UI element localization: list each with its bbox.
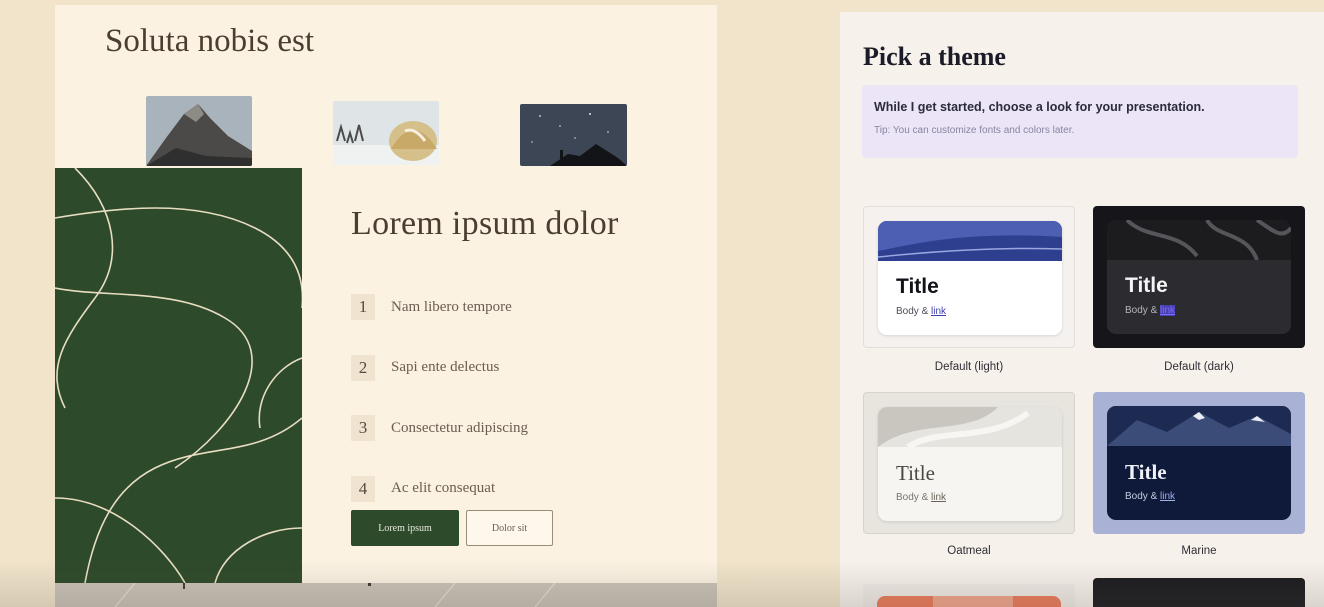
theme-label: Oatmeal	[947, 545, 991, 557]
preview-link: link	[1160, 305, 1176, 316]
next-slide-strip	[55, 583, 717, 607]
theme-label: Default (dark)	[1164, 361, 1234, 373]
list-item-label: Sapi ente delectus	[391, 359, 500, 376]
preview-banner	[1107, 406, 1291, 446]
numbered-list: 1 Nam libero tempore 2 Sapi ente delectu…	[351, 277, 528, 519]
preview-title: Title	[1125, 460, 1167, 484]
list-item-label: Ac elit consequat	[391, 480, 496, 497]
preview-body: Body & link	[1125, 305, 1176, 316]
tip-text: Tip: You can customize fonts and colors …	[874, 125, 1075, 136]
primary-button[interactable]: Lorem ipsum	[351, 510, 459, 546]
preview-title: Title	[896, 461, 935, 485]
preview-body: Body & link	[896, 306, 947, 317]
preview-banner	[878, 407, 1062, 447]
info-box: While I get started, choose a look for y…	[862, 85, 1298, 158]
list-number: 1	[351, 294, 375, 321]
theme-card-default-light[interactable]: Title Body & link	[863, 206, 1075, 348]
list-number: 2	[351, 354, 375, 381]
theme-card-oatmeal[interactable]: Title Body & link	[863, 392, 1075, 534]
theme-preview: Title Body & link	[878, 221, 1062, 335]
preview-link: link	[931, 492, 947, 503]
theme-picker-panel: Pick a theme While I get started, choose…	[840, 12, 1324, 607]
slide-title: Soluta nobis est	[105, 23, 315, 59]
theme-card-partial[interactable]	[1093, 578, 1305, 607]
night-sky-image	[520, 104, 627, 166]
theme-label: Marine	[1181, 545, 1217, 557]
preview-title: Title	[896, 275, 939, 298]
list-item: 2 Sapi ente delectus	[351, 338, 528, 399]
list-item: 3 Consectetur adipiscing	[351, 398, 528, 459]
tent-image	[333, 101, 439, 165]
list-number: 3	[351, 415, 375, 442]
preview-body: Body & link	[896, 492, 947, 503]
secondary-button[interactable]: Dolor sit	[466, 510, 553, 546]
theme-card-partial[interactable]	[863, 584, 1075, 607]
theme-label: Default (light)	[934, 361, 1004, 373]
theme-preview: Title Body & link	[1107, 406, 1291, 520]
theme-preview: Title Body & link	[878, 407, 1062, 521]
slide-preview[interactable]: Soluta nobis est Lorem ipsum dolor 1 Nam…	[55, 5, 717, 607]
theme-card-marine[interactable]: Title Body & link	[1093, 392, 1305, 534]
preview-link: link	[931, 306, 947, 317]
theme-card-default-dark[interactable]: Title Body & link	[1093, 206, 1305, 348]
preview-link: link	[1160, 491, 1176, 502]
preview-banner	[1107, 220, 1291, 260]
slide-heading: Lorem ipsum dolor	[351, 205, 619, 242]
decorative-panel	[55, 168, 302, 583]
preview-body: Body & link	[1125, 491, 1176, 502]
list-item-label: Consectetur adipiscing	[391, 419, 529, 436]
panel-title: Pick a theme	[863, 42, 1006, 71]
theme-preview: Title Body & link	[1107, 220, 1291, 334]
list-item: 1 Nam libero tempore	[351, 277, 528, 338]
preview-title: Title	[1125, 274, 1168, 297]
list-item-label: Nam libero tempore	[391, 298, 512, 315]
mountain-image	[146, 96, 252, 166]
list-number: 4	[351, 475, 375, 502]
preview-banner	[878, 221, 1062, 261]
info-text: While I get started, choose a look for y…	[874, 100, 1205, 114]
